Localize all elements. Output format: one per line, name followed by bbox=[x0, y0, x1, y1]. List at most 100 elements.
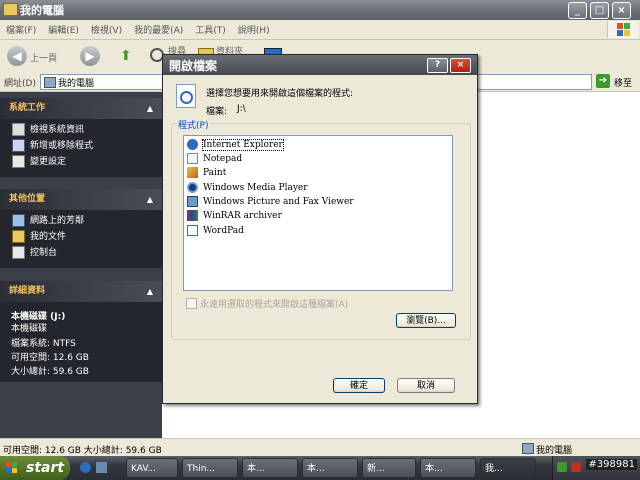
taskbar-button-new[interactable]: 新... bbox=[362, 458, 416, 478]
details-body: 本機磁碟 (J:) 本機磁碟 檔案系統: NTFS 可用空間: 12.6 GB … bbox=[0, 302, 162, 382]
program-name: Internet Explorer bbox=[202, 139, 284, 151]
place-label: 控制台 bbox=[30, 248, 58, 258]
place-control-panel[interactable]: 控制台 bbox=[12, 246, 57, 260]
place-network[interactable]: 網路上的芳鄰 bbox=[12, 214, 84, 228]
desktop-quicklaunch-icon[interactable] bbox=[96, 462, 107, 473]
up-folder-icon[interactable]: ⬆ bbox=[120, 48, 136, 64]
taskbar-button-local-1[interactable]: 本... bbox=[242, 458, 298, 478]
program-item[interactable]: WordPad bbox=[187, 224, 244, 238]
program-item[interactable]: Windows Media Player bbox=[187, 181, 308, 195]
menu-view[interactable]: 檢視(V) bbox=[85, 20, 128, 36]
program-name: Windows Picture and Fax Viewer bbox=[203, 197, 354, 207]
status-text: 可用空間: 12.6 GB 大小總計: 59.6 GB bbox=[3, 446, 162, 456]
program-item[interactable]: Paint bbox=[187, 166, 226, 180]
program-item[interactable]: Notepad bbox=[187, 152, 242, 166]
task-label: 變更設定 bbox=[30, 157, 67, 167]
go-arrow-icon[interactable]: ➔ bbox=[596, 74, 610, 88]
windows-logo-icon bbox=[607, 21, 638, 38]
taskbar-button-thin[interactable]: Thin... bbox=[182, 458, 238, 478]
menu-help[interactable]: 說明(H) bbox=[232, 20, 276, 36]
file-label: 檔案: bbox=[206, 107, 228, 117]
program-item[interactable]: WinRAR archiver bbox=[187, 209, 282, 223]
program-item[interactable]: Windows Picture and Fax Viewer bbox=[187, 195, 354, 209]
place-label: 我的文件 bbox=[30, 232, 67, 242]
other-places-header[interactable]: 其他位置 ▲ bbox=[0, 189, 162, 210]
menu-bar: 檔案(F) 編輯(E) 檢視(V) 我的最愛(A) 工具(T) 說明(H) bbox=[0, 20, 640, 40]
taskbar-button-label: Thin... bbox=[187, 464, 215, 474]
maximize-button[interactable]: □ bbox=[590, 2, 609, 19]
window-titlebar[interactable]: 我的電腦 _ □ × bbox=[0, 0, 640, 20]
collapse-chevron-icon[interactable]: ▲ bbox=[147, 98, 153, 119]
forward-arrow-icon[interactable]: ▶ bbox=[80, 46, 100, 66]
address-value: 我的電腦 bbox=[58, 79, 95, 89]
task-label: 新增或移除程式 bbox=[30, 141, 94, 151]
place-label: 網路上的芳鄰 bbox=[30, 216, 85, 226]
address-label: 網址(D) bbox=[4, 79, 36, 89]
taskbar-button-kav[interactable]: KAV... bbox=[126, 458, 178, 478]
notepad-icon bbox=[187, 153, 198, 164]
picture-viewer-icon bbox=[187, 196, 198, 207]
minimize-button[interactable]: _ bbox=[568, 2, 587, 19]
ok-button[interactable]: 確定 bbox=[333, 378, 385, 393]
clock[interactable]: #398981 bbox=[586, 459, 637, 470]
menu-tools[interactable]: 工具(T) bbox=[189, 20, 232, 36]
always-use-checkbox[interactable] bbox=[186, 298, 197, 309]
task-label: 檢視系統資訊 bbox=[30, 125, 85, 135]
status-location: 我的電腦 bbox=[536, 446, 573, 456]
menu-favorites[interactable]: 我的最愛(A) bbox=[128, 20, 189, 36]
task-view-system-info[interactable]: 檢視系統資訊 bbox=[12, 123, 84, 137]
detail-total-size: 大小總計: 59.6 GB bbox=[11, 367, 89, 377]
detail-filesystem: 檔案系統: NTFS bbox=[11, 339, 76, 349]
control-panel-icon bbox=[12, 246, 25, 259]
open-with-dialog: 開啟檔案 ? × 選擇您想要用來開啟這個檔案的程式: 檔案: J:\ 程式(P)… bbox=[162, 54, 478, 404]
close-button[interactable]: × bbox=[612, 2, 631, 19]
programs-list[interactable]: Internet Explorer Notepad Paint Windows … bbox=[183, 135, 453, 291]
back-arrow-icon[interactable]: ◀ bbox=[7, 46, 27, 66]
program-name: Windows Media Player bbox=[203, 183, 308, 193]
system-info-icon bbox=[12, 123, 25, 136]
dialog-titlebar[interactable]: 開啟檔案 ? × bbox=[163, 55, 477, 75]
taskbar-button-label: 我... bbox=[485, 464, 503, 474]
place-my-documents[interactable]: 我的文件 bbox=[12, 230, 66, 244]
taskbar-button-local-3[interactable]: 本... bbox=[420, 458, 476, 478]
taskbar: start KAV... Thin... 本... 本... 新... 本...… bbox=[0, 456, 640, 480]
taskbar-button-local-2[interactable]: 本... bbox=[302, 458, 358, 478]
back-button-label[interactable]: 上一頁 bbox=[30, 51, 57, 64]
system-tasks-body: 檢視系統資訊 新增或移除程式 變更設定 bbox=[0, 119, 162, 177]
help-button[interactable]: ? bbox=[427, 58, 448, 73]
task-add-remove-programs[interactable]: 新增或移除程式 bbox=[12, 139, 93, 153]
my-computer-icon bbox=[522, 443, 534, 454]
taskbar-button-label: 本... bbox=[425, 464, 443, 474]
system-tray: #398981 bbox=[552, 456, 640, 480]
media-player-icon bbox=[187, 182, 198, 193]
start-button[interactable]: start bbox=[0, 456, 70, 480]
collapse-chevron-icon[interactable]: ▲ bbox=[147, 281, 153, 302]
open-with-icon bbox=[176, 84, 196, 108]
dialog-close-button[interactable]: × bbox=[450, 58, 471, 73]
taskbar-button-label: 本... bbox=[307, 464, 325, 474]
wordpad-icon bbox=[187, 225, 198, 236]
program-item[interactable]: Internet Explorer bbox=[187, 138, 284, 152]
system-tasks-header[interactable]: 系統工作 ▲ bbox=[0, 98, 162, 119]
menu-file[interactable]: 檔案(F) bbox=[0, 20, 42, 36]
browse-button[interactable]: 瀏覽(B)... bbox=[396, 313, 456, 328]
details-title: 詳細資料 bbox=[9, 286, 46, 296]
cancel-button[interactable]: 取消 bbox=[397, 378, 455, 393]
my-documents-icon bbox=[12, 230, 25, 243]
dialog-prompt: 選擇您想要用來開啟這個檔案的程式: bbox=[206, 89, 354, 99]
tray-status-icon[interactable] bbox=[557, 462, 567, 472]
go-button-label[interactable]: 移至 bbox=[614, 76, 632, 89]
detail-free-space: 可用空間: 12.6 GB bbox=[11, 353, 89, 363]
ie-quicklaunch-icon[interactable] bbox=[80, 462, 91, 473]
task-change-settings[interactable]: 變更設定 bbox=[12, 155, 66, 169]
program-name: Notepad bbox=[203, 154, 243, 164]
menu-edit[interactable]: 編輯(E) bbox=[42, 20, 85, 36]
details-header[interactable]: 詳細資料 ▲ bbox=[0, 281, 162, 302]
program-name: Paint bbox=[203, 168, 227, 178]
taskbar-button-my-computer[interactable]: 我... bbox=[480, 458, 536, 478]
always-use-label: 永遠用選取的程式來開啟這種檔案(A) bbox=[200, 300, 349, 310]
tray-antivirus-icon[interactable] bbox=[571, 462, 581, 472]
taskbar-button-label: KAV... bbox=[131, 464, 156, 474]
taskbar-button-label: 本... bbox=[247, 464, 265, 474]
collapse-chevron-icon[interactable]: ▲ bbox=[147, 189, 153, 210]
